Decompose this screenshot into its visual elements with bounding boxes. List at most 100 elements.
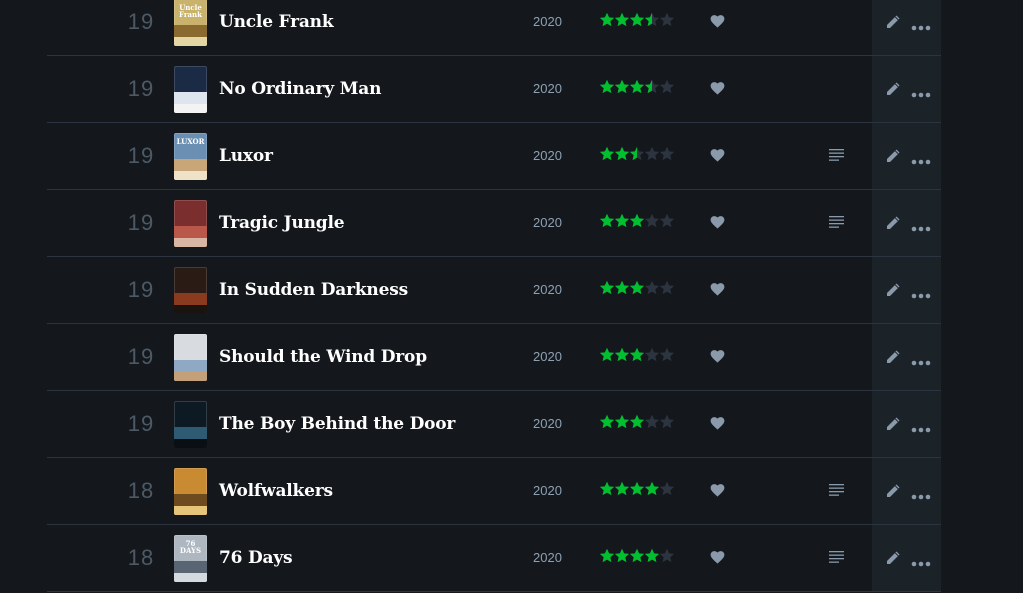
film-poster[interactable]: LUXOR — [174, 133, 207, 180]
pencil-icon[interactable] — [885, 148, 901, 164]
poster-art — [174, 91, 207, 104]
poster-text: LUXOR — [176, 137, 205, 146]
heart-icon — [710, 349, 726, 364]
pencil-icon[interactable] — [885, 81, 901, 97]
film-title[interactable]: Luxor — [219, 123, 273, 189]
star-icon — [629, 548, 645, 563]
diary-entry-row[interactable]: 19 No Ordinary Man 2020 — [47, 56, 941, 123]
release-year[interactable]: 2020 — [533, 458, 562, 524]
diary-entry-row[interactable]: 19 Should the Wind Drop 2020 — [47, 324, 941, 391]
pencil-icon[interactable] — [885, 550, 901, 566]
release-year[interactable]: 2020 — [533, 190, 562, 256]
entry-day[interactable]: 19 — [111, 56, 171, 122]
star-icon — [629, 414, 645, 429]
pencil-icon[interactable] — [885, 416, 901, 432]
diary-entry-row[interactable]: 19 In Sudden Darkness 2020 — [47, 257, 941, 324]
release-year[interactable]: 2020 — [533, 525, 562, 591]
film-poster[interactable] — [174, 200, 207, 247]
review-icon[interactable] — [829, 148, 845, 162]
pencil-icon[interactable] — [885, 14, 901, 30]
star-icon — [614, 79, 630, 94]
star-icon — [659, 12, 675, 27]
more-options-icon[interactable] — [911, 487, 931, 500]
entry-day[interactable]: 18 — [111, 458, 171, 524]
heart-icon — [710, 483, 726, 498]
more-options-icon[interactable] — [911, 219, 931, 232]
film-poster[interactable]: Uncle Frank — [174, 0, 207, 46]
pencil-icon[interactable] — [885, 282, 901, 298]
star-icon — [599, 347, 615, 362]
release-year[interactable]: 2020 — [533, 324, 562, 390]
film-title[interactable]: In Sudden Darkness — [219, 257, 408, 323]
review-icon[interactable] — [829, 215, 845, 229]
film-title[interactable]: Should the Wind Drop — [219, 324, 427, 390]
film-title[interactable]: Wolfwalkers — [219, 458, 333, 524]
heart-icon — [710, 550, 726, 565]
poster-art — [174, 572, 207, 582]
diary-entry-row[interactable]: 18 76 DAYS 76 Days 2020 — [47, 525, 941, 592]
entry-day[interactable]: 18 — [111, 525, 171, 591]
diary-entry-row[interactable]: 19 The Boy Behind the Door 2020 — [47, 391, 941, 458]
film-poster[interactable] — [174, 267, 207, 314]
heart-icon — [710, 148, 726, 163]
diary-entry-row[interactable]: 18 Wolfwalkers 2020 — [47, 458, 941, 525]
star-icon — [614, 414, 630, 429]
poster-art — [174, 103, 207, 113]
diary-list: 19 Uncle Frank Uncle Frank 2020 19 No Ordina… — [47, 0, 941, 592]
entry-day[interactable]: 19 — [111, 0, 171, 55]
diary-entry-row[interactable]: 19 Uncle Frank Uncle Frank 2020 — [47, 0, 941, 56]
star-icon — [659, 79, 675, 94]
more-options-icon[interactable] — [911, 554, 931, 567]
film-title[interactable]: Uncle Frank — [219, 0, 334, 55]
star-rating — [599, 213, 679, 231]
poster-art — [174, 426, 207, 439]
more-options-icon[interactable] — [911, 85, 931, 98]
film-title[interactable]: The Boy Behind the Door — [219, 391, 455, 457]
star-icon — [644, 414, 660, 429]
film-title[interactable]: Tragic Jungle — [219, 190, 345, 256]
star-icon — [599, 146, 615, 161]
film-poster[interactable] — [174, 401, 207, 448]
film-title[interactable]: No Ordinary Man — [219, 56, 381, 122]
star-icon — [659, 414, 675, 429]
poster-art — [174, 371, 207, 381]
star-icon — [629, 280, 645, 295]
entry-day[interactable]: 19 — [111, 324, 171, 390]
star-rating — [599, 12, 679, 30]
pencil-icon[interactable] — [885, 215, 901, 231]
entry-day[interactable]: 19 — [111, 123, 171, 189]
diary-entry-row[interactable]: 19 Tragic Jungle 2020 — [47, 190, 941, 257]
star-icon — [659, 347, 675, 362]
film-poster[interactable] — [174, 66, 207, 113]
star-icon — [599, 12, 615, 27]
star-rating — [599, 414, 679, 432]
review-icon[interactable] — [829, 483, 845, 497]
release-year[interactable]: 2020 — [533, 56, 562, 122]
pencil-icon[interactable] — [885, 483, 901, 499]
film-poster[interactable]: 76 DAYS — [174, 535, 207, 582]
entry-day[interactable]: 19 — [111, 257, 171, 323]
film-poster[interactable] — [174, 468, 207, 515]
diary-entry-row[interactable]: 19 LUXOR Luxor 2020 — [47, 123, 941, 190]
more-options-icon[interactable] — [911, 152, 931, 165]
release-year[interactable]: 2020 — [533, 123, 562, 189]
release-year[interactable]: 2020 — [533, 0, 562, 55]
star-icon — [644, 481, 660, 496]
pencil-icon[interactable] — [885, 349, 901, 365]
film-title[interactable]: 76 Days — [219, 525, 293, 591]
more-options-icon[interactable] — [911, 353, 931, 366]
star-icon — [644, 347, 660, 362]
poster-art — [174, 560, 207, 573]
release-year[interactable]: 2020 — [533, 257, 562, 323]
star-icon — [644, 79, 660, 94]
entry-day[interactable]: 19 — [111, 391, 171, 457]
more-options-icon[interactable] — [911, 420, 931, 433]
review-icon[interactable] — [829, 550, 845, 564]
more-options-icon[interactable] — [911, 286, 931, 299]
star-icon — [629, 213, 645, 228]
film-poster[interactable] — [174, 334, 207, 381]
release-year[interactable]: 2020 — [533, 391, 562, 457]
entry-day[interactable]: 19 — [111, 190, 171, 256]
star-rating — [599, 146, 679, 164]
more-options-icon[interactable] — [911, 18, 931, 31]
